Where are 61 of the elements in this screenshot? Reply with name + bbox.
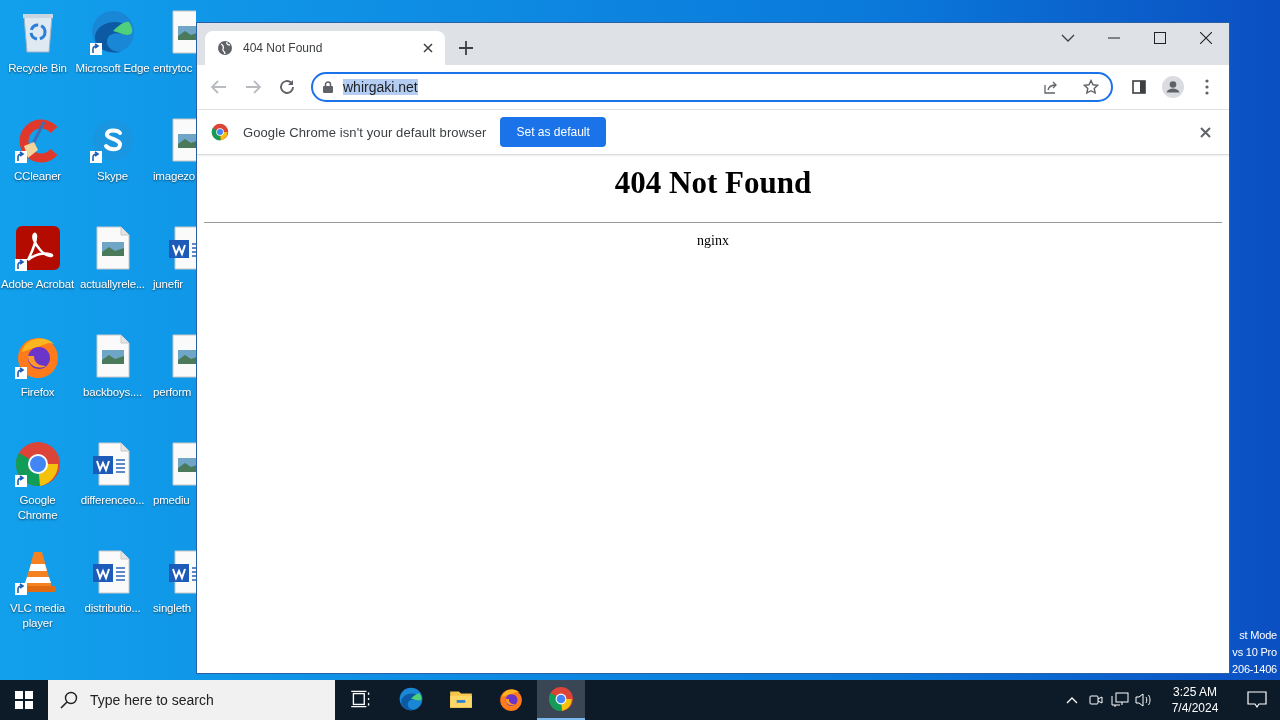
reload-icon (278, 78, 296, 96)
windows-logo-icon (15, 691, 33, 709)
camera-icon (1088, 693, 1104, 707)
url-text: whirgaki.net (343, 79, 418, 95)
desktop-icon-label[interactable]: backboys.... (83, 385, 142, 400)
network-icon (1111, 692, 1129, 708)
desktop-icon-label[interactable]: actuallyrele... (80, 277, 145, 292)
desktop-icon-label[interactable]: Google Chrome (0, 493, 75, 523)
firefox-icon (498, 686, 524, 712)
acrobat-icon (13, 224, 62, 272)
server-name: nginx (697, 233, 729, 249)
globe-icon (217, 40, 233, 56)
browser-tab[interactable]: 404 Not Found (205, 31, 445, 65)
desktop-icon-label[interactable]: perform (150, 385, 192, 400)
desktop-icon-label[interactable]: Firefox (20, 385, 55, 400)
desktop-icon-label[interactable]: pmediu (150, 493, 190, 508)
desktop-icon-label[interactable]: differenceo... (80, 493, 145, 508)
maximize-icon (1154, 32, 1166, 44)
desktop-icon-label[interactable]: CCleaner (14, 169, 61, 184)
lock-icon (323, 81, 333, 93)
speech-bubble-icon (1247, 691, 1267, 709)
clock[interactable]: 3:25 AM 7/4/2024 (1156, 680, 1234, 720)
search-icon (60, 691, 78, 709)
chrome-icon (13, 440, 62, 488)
default-browser-message: Google Chrome isn't your default browser (243, 124, 487, 140)
chevron-up-icon (1066, 696, 1078, 704)
forward-arrow-icon (244, 78, 262, 96)
chrome-logo-icon (211, 123, 229, 141)
desktop-icon-label[interactable]: singleth (150, 601, 192, 616)
side-panel-icon (1132, 80, 1146, 94)
desktop-icon-label[interactable]: Microsoft Edge (75, 61, 150, 76)
desktop-icon-label[interactable]: entrytoc (150, 61, 193, 76)
set-as-default-button[interactable]: Set as default (500, 117, 606, 147)
address-bar[interactable]: whirgaki.net (311, 72, 1113, 102)
desktop-icon-label[interactable]: Adobe Acrobat (1, 277, 74, 292)
minimize-icon (1108, 37, 1120, 39)
desktop-icon-label[interactable]: distributio... (84, 601, 141, 616)
taskbar-search-field[interactable]: Type here to search (48, 680, 335, 720)
close-icon (1200, 126, 1211, 138)
menu-icon (1205, 79, 1209, 95)
edge-icon (398, 686, 424, 712)
desktop-icon-label[interactable]: Recycle Bin (8, 61, 67, 76)
windows-mode-notice: st Mode (1239, 628, 1277, 643)
desktop-icon-label[interactable]: Skype (97, 169, 128, 184)
close-icon (423, 43, 433, 53)
avatar-icon (1162, 76, 1184, 98)
back-arrow-icon (210, 78, 228, 96)
chrome-icon (548, 686, 574, 712)
taskbar-app-button[interactable] (537, 680, 585, 720)
speaker-icon (1135, 692, 1153, 708)
desktop-icon-label[interactable]: VLC media player (0, 601, 75, 631)
chevron-down-icon (1061, 34, 1075, 42)
close-icon (1200, 32, 1212, 44)
desktop-icon-label[interactable]: junefir (150, 277, 183, 292)
share-icon (1043, 79, 1059, 95)
plus-icon (459, 41, 473, 55)
windows-mode-notice: vs 10 Pro (1232, 645, 1277, 660)
page-heading: 404 Not Found (614, 165, 812, 201)
star-icon (1083, 79, 1099, 95)
windows-mode-notice: 206-1406 (1232, 662, 1277, 677)
desktop-icon-label[interactable]: imagezo (150, 169, 196, 184)
